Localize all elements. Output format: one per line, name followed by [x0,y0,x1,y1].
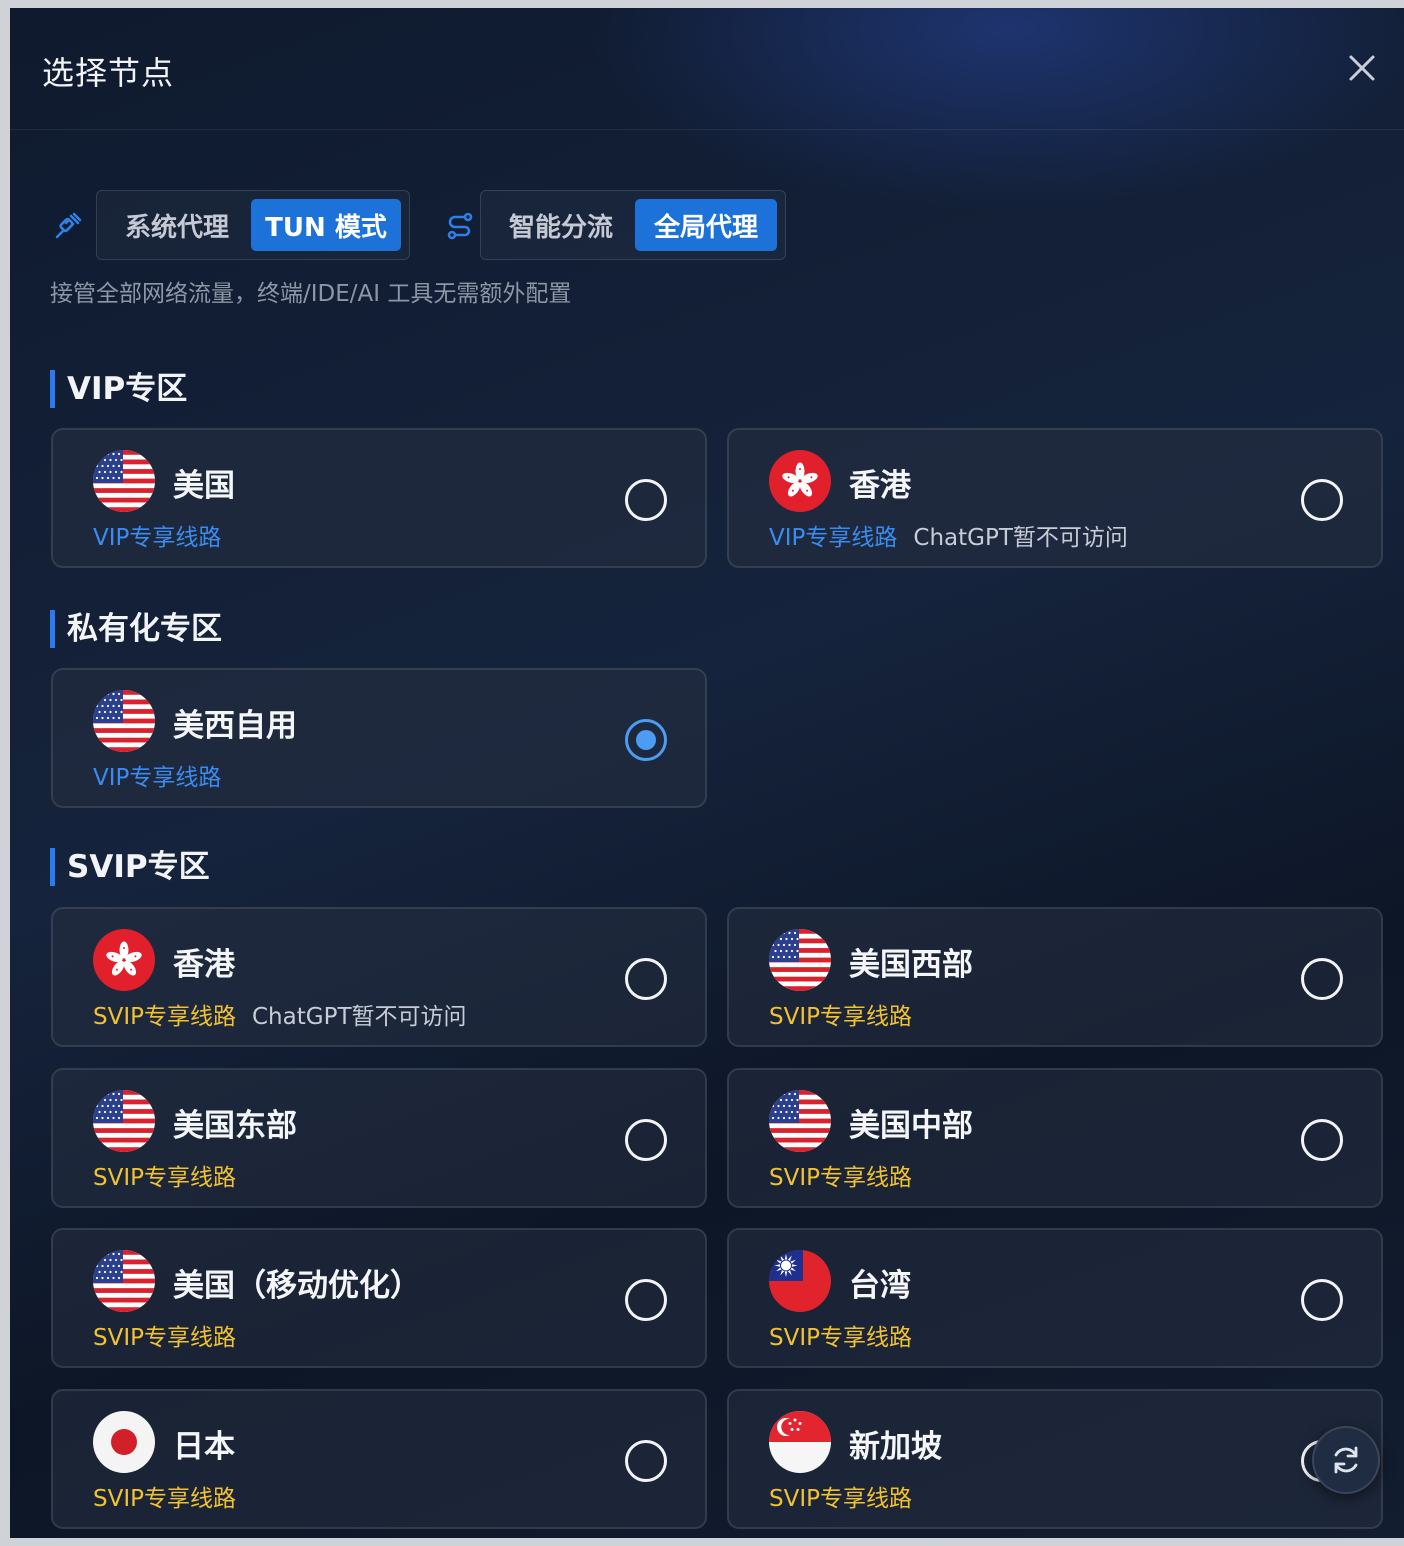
tier-tag: SVIP专享线路 [93,1165,236,1191]
tier-tag: SVIP专享线路 [769,1486,912,1512]
radio-button[interactable] [625,958,667,1000]
tun-mode-button[interactable]: TUN 模式 [251,199,401,251]
radio-button[interactable] [625,479,667,521]
close-icon [1349,55,1375,81]
us-flag-icon [93,1090,155,1152]
node-card-svip-hk[interactable]: 香港 SVIP专享线路 ChatGPT暂不可访问 [51,907,707,1047]
proxy-mode-segment: 系统代理 TUN 模式 [96,190,410,260]
sg-flag-icon [769,1411,831,1473]
tier-tag: SVIP专享线路 [93,1325,236,1351]
radio-button[interactable] [625,1279,667,1321]
node-note: ChatGPT暂不可访问 [252,1004,467,1030]
jp-flag-icon [93,1411,155,1473]
system-proxy-button[interactable]: 系统代理 [105,199,249,251]
section-title-private: 私有化专区 [50,610,222,648]
tier-tag: SVIP专享线路 [769,1325,912,1351]
section-title-vip: VIP专区 [50,370,187,408]
route-icon [447,212,473,240]
tier-tag: SVIP专享线路 [93,1486,236,1512]
node-card-vip-us[interactable]: 美国 VIP专享线路 [51,428,707,568]
node-tags: SVIP专享线路 [93,1318,236,1352]
tier-tag: VIP专享线路 [93,525,222,551]
us-flag-icon [93,1250,155,1312]
hk-flag-icon [769,450,831,512]
node-card-vip-hk[interactable]: 香港 VIP专享线路 ChatGPT暂不可访问 [727,428,1383,568]
node-tags: VIP专享线路 [93,758,221,792]
radio-button[interactable] [1301,958,1343,1000]
hk-flag-icon [93,929,155,991]
node-card-svip-sg[interactable]: 新加坡 SVIP专享线路 [727,1389,1383,1529]
node-tags: SVIP专享线路 [769,997,912,1031]
node-card-svip-us-mobile[interactable]: 美国（移动优化） SVIP专享线路 [51,1228,707,1368]
dialog-header: 选择节点 [10,8,1404,130]
plug-icon [55,212,82,239]
node-note: ChatGPT暂不可访问 [913,525,1128,551]
node-tags: SVIP专享线路 [769,1318,912,1352]
node-tags: VIP专享线路 [93,518,221,552]
tier-tag: SVIP专享线路 [769,1165,912,1191]
node-tags: SVIP专享线路 [93,1479,236,1513]
refresh-icon [1334,1446,1358,1474]
routing-mode-segment: 智能分流 全局代理 [480,190,786,260]
node-card-svip-us-west[interactable]: 美国西部 SVIP专享线路 [727,907,1383,1047]
us-flag-icon [769,929,831,991]
node-tags: SVIP专享线路 ChatGPT暂不可访问 [93,997,467,1031]
node-name: 美国（移动优化） [173,1268,421,1304]
node-name: 美国东部 [173,1108,297,1144]
close-button[interactable] [1344,50,1380,86]
node-name: 台湾 [849,1268,911,1304]
tier-tag: VIP专享线路 [769,525,898,551]
node-name: 香港 [173,947,235,983]
global-proxy-button[interactable]: 全局代理 [635,199,777,251]
node-name: 日本 [173,1429,235,1465]
node-tags: VIP专享线路 ChatGPT暂不可访问 [769,518,1128,552]
node-name: 美国西部 [849,947,973,983]
node-card-svip-jp[interactable]: 日本 SVIP专享线路 [51,1389,707,1529]
tier-tag: SVIP专享线路 [93,1004,236,1030]
us-flag-icon [93,450,155,512]
tw-flag-icon [769,1250,831,1312]
radio-button[interactable] [1301,1279,1343,1321]
node-card-svip-tw[interactable]: 台湾 SVIP专享线路 [727,1228,1383,1368]
radio-button-selected[interactable] [625,719,667,761]
node-select-dialog: 选择节点 系统代理 TUN 模式 智能分流 全局代理 接管全部网络流量，终端/I… [10,8,1404,1538]
node-name: 美西自用 [173,708,297,744]
node-tags: SVIP专享线路 [769,1479,912,1513]
smart-routing-button[interactable]: 智能分流 [489,199,633,251]
tier-tag: VIP专享线路 [93,765,222,791]
refresh-button[interactable] [1312,1426,1380,1494]
node-tags: SVIP专享线路 [769,1158,912,1192]
dialog-title: 选择节点 [42,54,175,92]
node-name: 香港 [849,468,911,504]
us-flag-icon [769,1090,831,1152]
tier-tag: SVIP专享线路 [769,1004,912,1030]
node-name: 新加坡 [849,1429,942,1465]
mode-description: 接管全部网络流量，终端/IDE/AI 工具无需额外配置 [50,281,572,307]
node-name: 美国中部 [849,1108,973,1144]
node-tags: SVIP专享线路 [93,1158,236,1192]
radio-button[interactable] [1301,479,1343,521]
node-card-private-uswest[interactable]: 美西自用 VIP专享线路 [51,668,707,808]
section-title-svip: SVIP专区 [50,848,210,886]
node-card-svip-us-east[interactable]: 美国东部 SVIP专享线路 [51,1068,707,1208]
radio-button[interactable] [625,1440,667,1482]
radio-button[interactable] [625,1119,667,1161]
node-name: 美国 [173,468,235,504]
node-card-svip-us-central[interactable]: 美国中部 SVIP专享线路 [727,1068,1383,1208]
us-flag-icon [93,690,155,752]
mode-toolbar: 系统代理 TUN 模式 智能分流 全局代理 [50,190,1050,260]
radio-button[interactable] [1301,1119,1343,1161]
